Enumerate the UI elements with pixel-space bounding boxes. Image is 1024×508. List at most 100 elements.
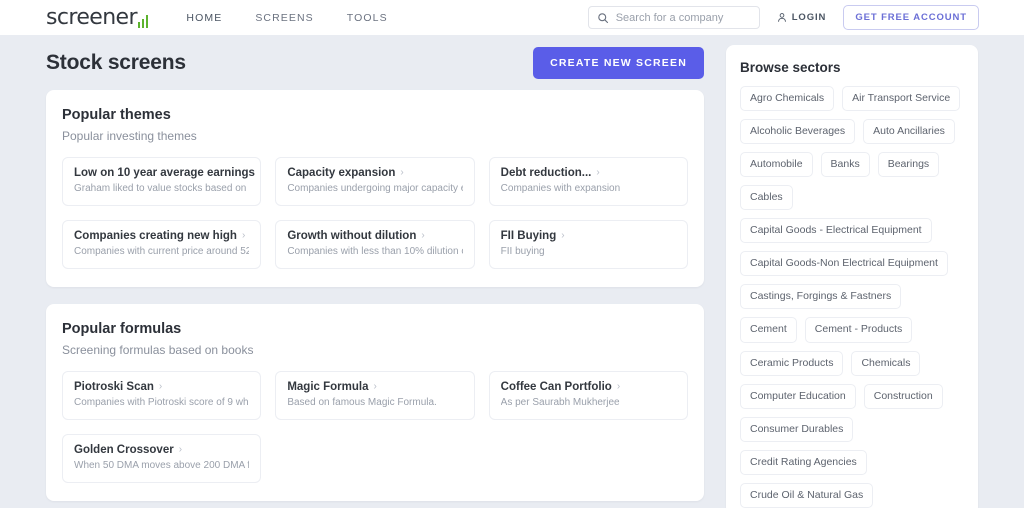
tile-name-row: Piotroski Scan › bbox=[74, 381, 249, 393]
navbar-right-group: LOGIN GET FREE ACCOUNT bbox=[587, 5, 979, 30]
section-title: Popular formulas bbox=[62, 321, 182, 337]
browse-sectors-title: Browse sectors bbox=[740, 60, 841, 75]
tile-name-row: Capacity expansion › bbox=[287, 167, 462, 179]
sector-chip[interactable]: Credit Rating Agencies bbox=[740, 449, 867, 475]
chevron-right-icon: › bbox=[241, 230, 246, 241]
formula-tile[interactable]: Coffee Can Portfolio › As per Saurabh Mu… bbox=[488, 371, 688, 420]
primary-nav: HOME SCREENS TOOLS bbox=[186, 12, 387, 24]
login-label: LOGIN bbox=[791, 12, 827, 23]
sector-chip[interactable]: Alcoholic Beverages bbox=[740, 119, 856, 145]
sector-chip[interactable]: Automobile bbox=[740, 152, 813, 178]
nav-link-home[interactable]: HOME bbox=[186, 12, 222, 24]
sector-chip[interactable]: Construction bbox=[863, 383, 943, 409]
chevron-right-icon: › bbox=[178, 444, 183, 455]
sector-chip[interactable]: Banks bbox=[820, 152, 870, 178]
get-free-account-button[interactable]: GET FREE ACCOUNT bbox=[843, 5, 979, 30]
sector-chip[interactable]: Computer Education bbox=[740, 383, 856, 409]
formula-tile[interactable]: Golden Crossover › When 50 DMA moves abo… bbox=[62, 434, 262, 483]
search-input[interactable] bbox=[615, 11, 751, 24]
sector-chip[interactable]: Cables bbox=[740, 185, 793, 211]
bar-chart-logo-icon bbox=[137, 14, 149, 29]
user-icon bbox=[777, 12, 787, 23]
tile-description: Graham liked to value stocks based on av… bbox=[74, 183, 249, 194]
chevron-right-icon: › bbox=[561, 230, 565, 241]
page-body: Stock screens CREATE NEW SCREEN Popular … bbox=[0, 35, 1024, 508]
sector-chip[interactable]: Air Transport Service bbox=[842, 86, 961, 112]
sector-chip[interactable]: Castings, Forgings & Fastners bbox=[740, 284, 902, 310]
formula-tile[interactable]: Magic Formula › Based on famous Magic Fo… bbox=[275, 371, 475, 420]
sector-chip[interactable]: Crude Oil & Natural Gas bbox=[740, 482, 874, 508]
tile-title: Low on 10 year average earnings bbox=[74, 167, 255, 179]
theme-tile[interactable]: Companies creating new high › Companies … bbox=[62, 220, 262, 269]
tile-title: Golden Crossover bbox=[74, 444, 174, 456]
sector-chip[interactable]: Agro Chemicals bbox=[740, 86, 835, 112]
top-navbar: screener HOME SCREENS TOOLS LOGI bbox=[0, 0, 1024, 35]
theme-tile[interactable]: Capacity expansion › Companies undergoin… bbox=[275, 157, 475, 206]
theme-tile[interactable]: Low on 10 year average earnings › Graham… bbox=[62, 157, 262, 206]
section-subtitle: Screening formulas based on books bbox=[62, 343, 254, 357]
sidebar-column: Browse sectors Agro Chemicals Air Transpo… bbox=[726, 35, 978, 508]
tile-name-row: Low on 10 year average earnings › bbox=[74, 167, 260, 179]
themes-grid: Low on 10 year average earnings › Graham… bbox=[62, 157, 688, 269]
chevron-right-icon: › bbox=[373, 381, 377, 392]
sector-chip[interactable]: Cement - Products bbox=[804, 317, 913, 343]
nav-link-screens[interactable]: SCREENS bbox=[255, 12, 313, 24]
chevron-right-icon: › bbox=[596, 167, 600, 178]
tile-name-row: Golden Crossover › bbox=[74, 444, 249, 456]
section-subtitle: Popular investing themes bbox=[62, 129, 197, 143]
tile-name-row: FII Buying › bbox=[501, 230, 676, 242]
tile-description: FII buying bbox=[500, 246, 545, 257]
main-column: Stock screens CREATE NEW SCREEN Popular … bbox=[46, 35, 704, 508]
tile-name-row: Magic Formula › bbox=[287, 381, 462, 393]
chevron-right-icon: › bbox=[158, 381, 163, 392]
sector-chip-list: Agro Chemicals Air Transport Service Alcoh… bbox=[740, 86, 964, 508]
chevron-right-icon: › bbox=[260, 168, 261, 178]
formulas-grid: Piotroski Scan › Companies with Piotrosk… bbox=[62, 371, 688, 483]
tile-title: Piotroski Scan bbox=[74, 381, 154, 393]
page-header: Stock screens CREATE NEW SCREEN bbox=[46, 35, 704, 90]
search-box[interactable] bbox=[587, 6, 760, 29]
tile-title: Coffee Can Portfolio bbox=[500, 381, 612, 393]
sector-chip[interactable]: Chemicals bbox=[851, 350, 921, 376]
login-button[interactable]: LOGIN bbox=[768, 7, 836, 28]
tile-description: Companies with current price around 52 w… bbox=[74, 246, 249, 257]
popular-themes-card: Popular themes Popular investing themes … bbox=[46, 90, 704, 287]
tile-title: FII Buying bbox=[500, 230, 557, 242]
tile-title: Debt reduction... bbox=[500, 167, 592, 179]
sector-chip[interactable]: Consumer Durables bbox=[740, 416, 854, 442]
theme-tile[interactable]: FII Buying › FII buying bbox=[488, 220, 688, 269]
page-title: Stock screens bbox=[46, 50, 186, 74]
tile-title: Capacity expansion bbox=[287, 167, 396, 179]
tile-description: Companies with less than 10% dilution ov… bbox=[287, 246, 462, 257]
formula-tile[interactable]: Piotroski Scan › Companies with Piotrosk… bbox=[62, 371, 262, 420]
tile-title: Companies creating new high bbox=[74, 230, 237, 242]
sector-chip[interactable]: Capital Goods - Electrical Equipment bbox=[740, 218, 932, 244]
search-icon bbox=[597, 12, 609, 24]
sector-chip[interactable]: Bearings bbox=[877, 152, 940, 178]
sector-chip[interactable]: Capital Goods-Non Electrical Equipment bbox=[740, 251, 948, 277]
tile-description: Companies undergoing major capacity expa… bbox=[287, 183, 462, 194]
create-new-screen-button[interactable]: CREATE NEW SCREEN bbox=[533, 46, 704, 79]
tile-name-row: Coffee Can Portfolio › bbox=[501, 381, 676, 393]
theme-tile[interactable]: Growth without dilution › Companies with… bbox=[275, 220, 475, 269]
tile-description: Companies with expansion bbox=[500, 183, 621, 194]
browse-sectors-card: Browse sectors Agro Chemicals Air Transpo… bbox=[726, 45, 978, 508]
brand-logo[interactable]: screener bbox=[46, 4, 149, 30]
brand-name: screener bbox=[46, 4, 138, 30]
tile-title: Growth without dilution bbox=[287, 230, 417, 242]
tile-description: When 50 DMA moves above 200 DMA from ... bbox=[74, 460, 249, 471]
theme-tile[interactable]: Debt reduction... › Companies with expan… bbox=[488, 157, 688, 206]
chevron-right-icon: › bbox=[616, 381, 621, 392]
chevron-right-icon: › bbox=[421, 230, 425, 241]
sector-chip[interactable]: Auto Ancillaries bbox=[863, 119, 955, 145]
tile-description: Based on famous Magic Formula. bbox=[287, 397, 437, 408]
tile-description: As per Saurabh Mukherjee bbox=[500, 397, 620, 408]
nav-link-tools[interactable]: TOOLS bbox=[347, 12, 388, 24]
sector-chip[interactable]: Cement bbox=[740, 317, 797, 343]
section-title: Popular themes bbox=[62, 107, 171, 123]
sector-chip[interactable]: Ceramic Products bbox=[740, 350, 844, 376]
tile-name-row: Debt reduction... › bbox=[501, 167, 676, 179]
tile-title: Magic Formula bbox=[287, 381, 369, 393]
tile-name-row: Companies creating new high › bbox=[74, 230, 249, 242]
tile-name-row: Growth without dilution › bbox=[287, 230, 462, 242]
